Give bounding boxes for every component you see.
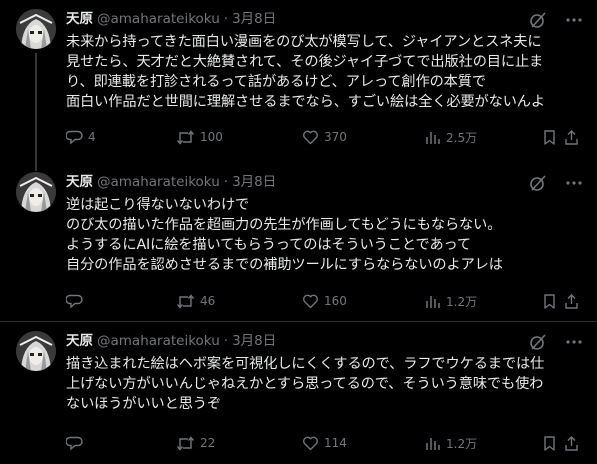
tweet-date[interactable]: 3月8日 bbox=[232, 11, 276, 27]
tweet[interactable]: 天原 @amaharateikoku · 3月8日 未来から持ってきた面白い漫画をのび… bbox=[0, 0, 597, 165]
tweet-text: 逆は起こり得ないないわけで のび太の描いた作品を超画力の先生が作画してもどうにも… bbox=[66, 197, 503, 273]
like-button[interactable]: 160 bbox=[302, 291, 347, 311]
views-button[interactable]: 2.5万 bbox=[424, 127, 477, 147]
more-horizontal-icon[interactable] bbox=[565, 174, 583, 192]
display-name[interactable]: 天原 bbox=[66, 174, 93, 190]
share-button[interactable] bbox=[564, 433, 579, 453]
tweet-actions: 46 160 1.2万 bbox=[66, 291, 579, 311]
reply-button[interactable] bbox=[66, 433, 88, 453]
reply-button[interactable] bbox=[66, 291, 88, 311]
retweet-arrows-icon bbox=[176, 129, 195, 146]
retweet-arrows-icon bbox=[176, 293, 195, 310]
tweet-actions: 4 100 370 2.5万 bbox=[66, 127, 579, 147]
views-bars-icon bbox=[424, 293, 441, 310]
retweet-count: 46 bbox=[200, 294, 216, 308]
separator-dot: · bbox=[223, 333, 229, 349]
tweet[interactable]: 天原 @amaharateikoku · 3月8日 描き込まれた絵はヘボ案を可視化しに… bbox=[0, 321, 597, 464]
share-upload-icon bbox=[564, 293, 579, 310]
bookmark-button[interactable] bbox=[542, 291, 557, 311]
retweet-button[interactable]: 100 bbox=[176, 127, 223, 147]
share-upload-icon bbox=[564, 435, 579, 452]
tweet-date[interactable]: 3月8日 bbox=[232, 174, 276, 190]
tweet-top-actions bbox=[529, 332, 583, 352]
more-horizontal-icon[interactable] bbox=[565, 333, 583, 351]
views-bars-icon bbox=[424, 435, 441, 452]
separator-dot: · bbox=[223, 11, 229, 27]
display-name[interactable]: 天原 bbox=[66, 11, 93, 27]
user-handle[interactable]: @amaharateikoku bbox=[97, 11, 220, 27]
avatar[interactable] bbox=[16, 331, 56, 371]
retweet-button[interactable]: 46 bbox=[176, 291, 215, 311]
reply-bubble-icon bbox=[66, 129, 83, 146]
like-count: 160 bbox=[324, 294, 347, 308]
retweet-button[interactable]: 22 bbox=[176, 433, 215, 453]
share-upload-icon bbox=[564, 129, 579, 146]
views-count: 2.5万 bbox=[446, 130, 478, 145]
views-count: 1.2万 bbox=[446, 294, 478, 309]
tweet-text: 描き込まれた絵はヘボ案を可視化しにくくするので、ラフでウケるまでは仕 上げない方… bbox=[66, 356, 545, 412]
tweet-top-actions bbox=[529, 10, 583, 30]
tweet-header: 天原 @amaharateikoku · 3月8日 bbox=[66, 172, 276, 192]
separator-dot: · bbox=[223, 174, 229, 190]
bookmark-button[interactable] bbox=[542, 433, 557, 453]
bookmark-icon bbox=[542, 435, 557, 452]
bookmark-button[interactable] bbox=[542, 127, 557, 147]
more-horizontal-icon[interactable] bbox=[565, 11, 583, 29]
bookmark-icon bbox=[542, 129, 557, 146]
like-button[interactable]: 114 bbox=[302, 433, 347, 453]
retweet-count: 100 bbox=[200, 130, 223, 144]
grok-slash-icon[interactable] bbox=[529, 174, 547, 192]
avatar[interactable] bbox=[16, 9, 56, 49]
like-count: 114 bbox=[324, 436, 347, 450]
tweet-text: 未来から持ってきた面白い漫画をのび太が模写して、ジャイアンとスネ夫に 見せたら、… bbox=[66, 34, 545, 110]
avatar[interactable] bbox=[16, 172, 56, 212]
reply-bubble-icon bbox=[66, 435, 83, 452]
share-button[interactable] bbox=[564, 291, 579, 311]
tweet-header: 天原 @amaharateikoku · 3月8日 bbox=[66, 331, 276, 351]
user-handle[interactable]: @amaharateikoku bbox=[97, 333, 220, 349]
retweet-count: 22 bbox=[200, 436, 216, 450]
tweet[interactable]: 天原 @amaharateikoku · 3月8日 逆は起こり得ないないわけで のび太… bbox=[0, 163, 597, 321]
thread-line bbox=[35, 163, 37, 171]
tweet-actions: 22 114 1.2万 bbox=[66, 433, 579, 453]
like-count: 370 bbox=[324, 130, 347, 144]
heart-icon bbox=[302, 129, 319, 146]
tweet-date[interactable]: 3月8日 bbox=[232, 333, 276, 349]
thread-line bbox=[35, 53, 37, 165]
retweet-arrows-icon bbox=[176, 435, 195, 452]
tweet-header: 天原 @amaharateikoku · 3月8日 bbox=[66, 9, 276, 29]
display-name[interactable]: 天原 bbox=[66, 333, 93, 349]
reply-count: 4 bbox=[88, 130, 96, 144]
tweet-top-actions bbox=[529, 173, 583, 193]
views-bars-icon bbox=[424, 129, 441, 146]
views-button[interactable]: 1.2万 bbox=[424, 433, 477, 453]
grok-slash-icon[interactable] bbox=[529, 333, 547, 351]
heart-icon bbox=[302, 435, 319, 452]
share-button[interactable] bbox=[564, 127, 579, 147]
reply-button[interactable]: 4 bbox=[66, 127, 96, 147]
reply-bubble-icon bbox=[66, 293, 83, 310]
views-button[interactable]: 1.2万 bbox=[424, 291, 477, 311]
heart-icon bbox=[302, 293, 319, 310]
views-count: 1.2万 bbox=[446, 436, 478, 451]
like-button[interactable]: 370 bbox=[302, 127, 347, 147]
bookmark-icon bbox=[542, 293, 557, 310]
user-handle[interactable]: @amaharateikoku bbox=[97, 174, 220, 190]
grok-slash-icon[interactable] bbox=[529, 11, 547, 29]
